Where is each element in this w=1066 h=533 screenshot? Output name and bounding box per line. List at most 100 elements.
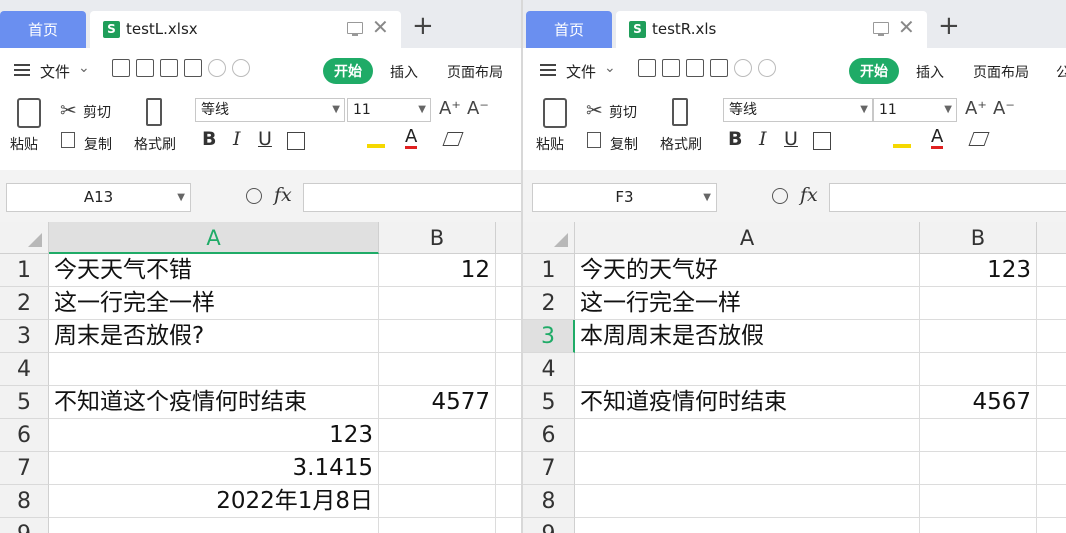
cell-b[interactable] [379,287,496,320]
font-color-icon[interactable]: A [931,128,944,149]
paste-icon[interactable] [17,98,41,128]
font-family-select[interactable]: 等线 ▼ [195,98,345,122]
select-all-corner[interactable] [0,222,49,254]
paste-button[interactable]: 粘贴 [536,134,564,154]
new-tab-button[interactable]: + [938,13,960,39]
font-color-icon[interactable]: A [405,128,418,149]
cell-a[interactable]: 2022年1月8日 [49,485,379,518]
row-header[interactable]: 4 [523,353,575,386]
cell-c[interactable] [496,485,522,518]
cell-a[interactable]: 不知道这个疫情何时结束 [49,386,379,419]
row-header[interactable]: 2 [523,287,575,320]
tab-start[interactable]: 开始 [323,58,373,84]
row-header[interactable]: 7 [523,452,575,485]
cell-b[interactable] [920,419,1037,452]
cell-c[interactable] [496,254,522,287]
cell-b[interactable] [920,485,1037,518]
undo-icon[interactable] [734,59,752,77]
cell-c[interactable] [1037,419,1066,452]
name-box[interactable]: F3 ▼ [532,183,717,212]
copy-button[interactable]: 复制 [84,134,112,154]
cell-b[interactable] [920,518,1037,533]
tab-page-layout[interactable]: 页面布局 [973,62,1029,82]
font-size-select[interactable]: 11 ▼ [873,98,957,122]
redo-icon[interactable] [758,59,776,77]
row-header[interactable]: 3 [523,320,575,353]
row-header[interactable]: 3 [0,320,49,353]
cell-a[interactable]: 周末是否放假? [49,320,379,353]
border-icon[interactable] [813,132,831,150]
print-icon[interactable] [160,59,178,77]
redo-icon[interactable] [232,59,250,77]
formula-input[interactable] [303,183,522,212]
fx-icon[interactable]: fx [800,184,818,206]
italic-button[interactable]: I [233,128,241,150]
paste-button[interactable]: 粘贴 [10,134,38,154]
export-pdf-icon[interactable] [662,59,680,77]
column-header-b[interactable]: B [379,222,496,254]
cell-b[interactable]: 4577 [379,386,496,419]
row-header[interactable]: 5 [523,386,575,419]
font-size-select[interactable]: 11 ▼ [347,98,431,122]
column-header-b[interactable]: B [920,222,1037,254]
export-pdf-icon[interactable] [136,59,154,77]
cell-b[interactable] [379,452,496,485]
font-grow-icon[interactable]: A⁺ [439,98,461,119]
row-header[interactable]: 4 [0,353,49,386]
cell-c[interactable] [496,320,522,353]
cell-b[interactable] [379,485,496,518]
cell-c[interactable] [1037,386,1066,419]
cell-a[interactable]: 今天的天气好 [575,254,920,287]
scissors-icon[interactable]: ✂ [60,98,77,122]
row-header[interactable]: 2 [0,287,49,320]
hamburger-icon[interactable] [540,64,556,76]
cell-b[interactable]: 123 [920,254,1037,287]
cell-a[interactable] [575,518,920,533]
cell-b[interactable] [379,518,496,533]
menu-file[interactable]: 文件 [566,61,596,82]
cell-b[interactable] [379,320,496,353]
scissors-icon[interactable]: ✂ [586,98,603,122]
hamburger-icon[interactable] [14,64,30,76]
paste-icon[interactable] [543,98,567,128]
save-icon[interactable] [112,59,130,77]
print-preview-icon[interactable] [184,59,202,77]
cut-button[interactable]: 剪切 [83,102,111,122]
row-header[interactable]: 6 [523,419,575,452]
fill-color-icon[interactable] [367,130,385,148]
row-header[interactable]: 6 [0,419,49,452]
bold-button[interactable]: B [202,128,216,150]
underline-button[interactable]: U [784,128,798,150]
row-header[interactable]: 9 [523,518,575,533]
cell-a[interactable] [575,485,920,518]
cell-c[interactable] [496,287,522,320]
search-icon[interactable] [246,188,262,204]
tab-formula-partial[interactable]: 公 [1056,62,1066,82]
tab-page-layout[interactable]: 页面布局 [447,62,503,82]
column-header-c[interactable] [496,222,522,254]
cell-c[interactable] [1037,320,1066,353]
cell-b[interactable] [920,287,1037,320]
tab-insert[interactable]: 插入 [390,62,418,82]
format-brush-icon[interactable] [146,98,162,126]
cell-c[interactable] [1037,254,1066,287]
cell-b[interactable]: 4567 [920,386,1037,419]
cell-b[interactable] [920,353,1037,386]
cell-b[interactable]: 12 [379,254,496,287]
row-header[interactable]: 1 [0,254,49,287]
italic-button[interactable]: I [759,128,767,150]
cell-a[interactable] [575,452,920,485]
select-all-corner[interactable] [523,222,575,254]
close-icon[interactable]: ✕ [372,15,389,39]
bold-button[interactable]: B [728,128,742,150]
undo-icon[interactable] [208,59,226,77]
row-header[interactable]: 7 [0,452,49,485]
eraser-icon[interactable] [968,132,990,146]
name-box[interactable]: A13 ▼ [6,183,191,212]
cell-a[interactable]: 3.1415 [49,452,379,485]
row-header[interactable]: 1 [523,254,575,287]
file-tab[interactable]: S testR.xls ✕ [616,11,927,48]
row-header[interactable]: 9 [0,518,49,533]
cell-c[interactable] [496,518,522,533]
font-shrink-icon[interactable]: A⁻ [467,98,489,119]
